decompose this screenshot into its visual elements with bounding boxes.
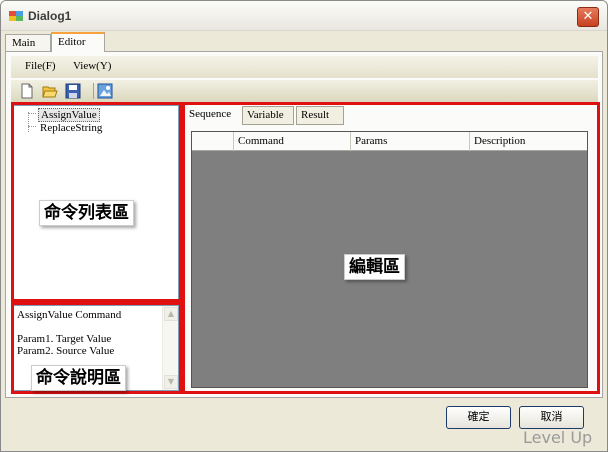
watermark: Level Up [523, 428, 593, 447]
tree-item-assignvalue[interactable]: AssignValue [38, 108, 100, 122]
close-button[interactable]: ✕ [577, 7, 599, 27]
menu-bar: File(F) View(Y) [11, 56, 598, 78]
scroll-down-icon[interactable]: ▼ [164, 375, 178, 389]
cancel-button[interactable]: 取消 [519, 406, 584, 429]
toolbar [11, 80, 598, 103]
new-file-icon[interactable] [19, 83, 35, 99]
tab-sequence[interactable]: Sequence [185, 106, 235, 125]
label-command-list: 命令列表區 [39, 200, 134, 226]
tab-main[interactable]: Main [5, 34, 51, 52]
app-icon [9, 11, 23, 21]
window-title: Dialog1 [28, 9, 72, 23]
tree-connector [28, 126, 36, 127]
menu-view[interactable]: View(Y) [73, 60, 111, 72]
description-line: Param1. Target Value [17, 333, 112, 345]
dialog-window: Dialog1 ✕ Main Editor File(F) View(Y) As… [0, 0, 608, 452]
save-icon[interactable] [65, 83, 81, 99]
tree-item-replacestring[interactable]: ReplaceString [38, 122, 104, 134]
column-header-description[interactable]: Description [469, 132, 587, 151]
column-header-blank[interactable] [192, 132, 233, 151]
description-line: AssignValue Command [17, 309, 122, 321]
open-folder-icon[interactable] [42, 83, 58, 99]
tree-connector [28, 113, 36, 114]
grid-header: Command Params Description [192, 132, 587, 151]
label-command-description: 命令說明區 [31, 365, 126, 391]
toolbar-separator [93, 83, 94, 99]
tab-variable[interactable]: Variable [242, 106, 294, 125]
description-line: Param2. Source Value [17, 345, 115, 357]
tab-result[interactable]: Result [296, 106, 344, 125]
picture-icon[interactable] [97, 83, 113, 99]
main-tabstrip: Main Editor [5, 32, 603, 52]
label-editor-area: 編輯區 [344, 254, 405, 280]
scroll-up-icon[interactable]: ▲ [164, 307, 178, 321]
close-icon: ✕ [582, 9, 594, 24]
column-header-params[interactable]: Params [350, 132, 469, 151]
vertical-scrollbar[interactable]: ▲ ▼ [162, 306, 178, 390]
title-bar: Dialog1 ✕ [1, 1, 607, 31]
menu-file[interactable]: File(F) [25, 60, 56, 72]
tree-connector [28, 112, 29, 132]
ok-button[interactable]: 確定 [446, 406, 511, 429]
column-header-command[interactable]: Command [233, 132, 350, 151]
tab-editor[interactable]: Editor [51, 32, 105, 52]
